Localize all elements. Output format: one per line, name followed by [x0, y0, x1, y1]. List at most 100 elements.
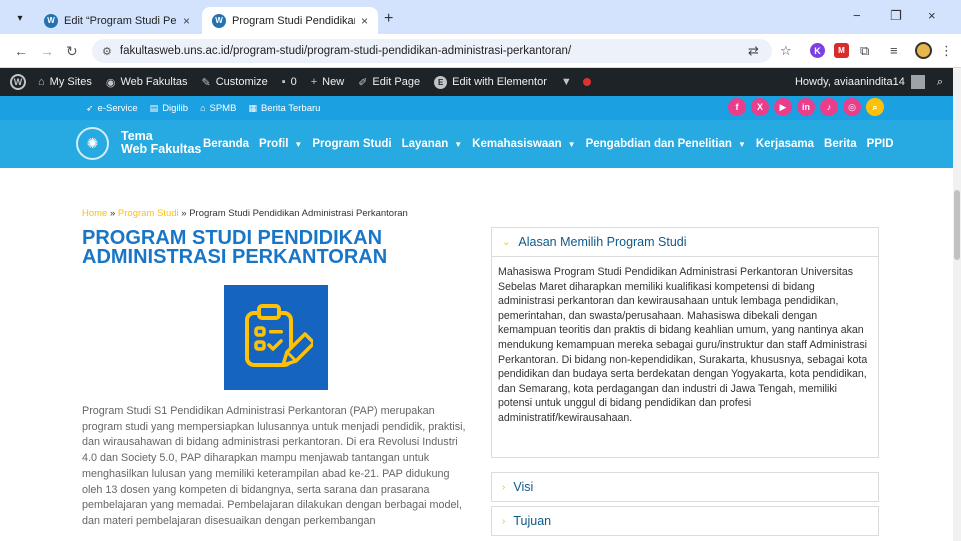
menu-kebab-icon[interactable]: ⋮ — [940, 43, 953, 59]
breadcrumb-current: Program Studi Pendidikan Administrasi Pe… — [189, 208, 408, 219]
reading-list-icon[interactable]: ≡ — [890, 43, 898, 58]
nav-item-kemahasiswaan[interactable]: Kemahasiswaan ▼ — [472, 138, 575, 150]
close-window-icon[interactable]: × — [928, 8, 936, 23]
admin-seo[interactable]: ▼ — [561, 76, 591, 88]
main-menu: Beranda Profil ▼ Program Studi Layanan ▼ Kemah… — [203, 138, 904, 150]
minimize-icon[interactable]: − — [853, 8, 861, 23]
browser-toolbar: ← → ↻ ⚙ fakultasweb.uns.ac.id/program-st… — [0, 34, 961, 68]
linkedin-icon[interactable]: in — [797, 98, 815, 116]
admin-item-label: Edit with Elementor — [452, 76, 547, 88]
url-text: fakultasweb.uns.ac.id/program-studi/prog… — [119, 45, 572, 57]
nav-item-berita[interactable]: Berita — [824, 138, 857, 150]
browser-tab-strip: ▾ W Edit “Program Studi Pendidikan × W P… — [0, 0, 961, 34]
brand-line-2: Web Fakultas — [121, 142, 202, 156]
facebook-icon[interactable]: f — [728, 98, 746, 116]
admin-item-label: New — [322, 76, 345, 88]
topbar-link-label: Digilib — [162, 102, 189, 114]
topbar-link-berita-terbaru[interactable]: ▦ Berita Terbaru — [248, 103, 320, 114]
admin-edit-elementor[interactable]: E Edit with Elementor — [434, 75, 547, 89]
bookmark-star-icon[interactable]: ☆ — [780, 43, 792, 59]
admin-customize[interactable]: ✎ Customize — [202, 76, 268, 89]
forward-icon[interactable]: → — [40, 43, 54, 59]
accordion-tujuan: › Tujuan — [491, 506, 879, 536]
nav-item-kerjasama[interactable]: Kerjasama — [756, 138, 814, 150]
pencil-icon: ✐ — [358, 76, 368, 89]
x-twitter-icon[interactable]: X — [751, 98, 769, 116]
comment-count: 0 — [290, 76, 297, 88]
tiktok-icon[interactable]: ♪ — [820, 98, 838, 116]
brush-icon: ✎ — [201, 76, 211, 89]
topbar-link-e-service[interactable]: ➶ e-Service — [86, 103, 138, 114]
accordion-alasan: ⌄ Alasan Memilih Program Studi Mahasiswa… — [491, 227, 879, 458]
nav-item-label: Beranda — [203, 138, 250, 150]
close-tab-icon[interactable]: × — [183, 14, 190, 28]
chevron-right-icon: › — [502, 481, 506, 493]
translate-icon[interactable]: ⇄ — [748, 43, 759, 59]
address-bar[interactable]: ⚙ fakultasweb.uns.ac.id/program-studi/pr… — [92, 39, 772, 63]
restore-icon[interactable]: ❐ — [890, 8, 902, 24]
search-icon[interactable]: ⌕ — [937, 76, 943, 89]
nav-item-label: Kerjasama — [755, 138, 815, 150]
nav-item-profil[interactable]: Profil ▼ — [259, 138, 302, 150]
instagram-icon[interactable]: ◎ — [843, 98, 861, 116]
admin-edit-page[interactable]: ✐ Edit Page — [358, 76, 420, 89]
nav-item-layanan[interactable]: Layanan ▼ — [402, 138, 463, 150]
nav-item-pengabdian-dan-penelitian[interactable]: Pengabdian dan Penelitian ▼ — [586, 138, 746, 150]
faculty-logo-icon[interactable]: ✺ — [76, 127, 109, 160]
admin-item-label: Customize — [215, 76, 268, 88]
profile-avatar[interactable] — [915, 42, 932, 59]
chevron-down-icon: ▼ — [737, 139, 746, 149]
accordion-body-alasan: Mahasiswa Program Studi Pendidikan Admin… — [498, 266, 868, 424]
site-brand[interactable]: Tema Web Fakultas — [121, 130, 201, 156]
home-icon: ⌂ — [38, 76, 45, 88]
extension-k-icon[interactable]: K — [810, 43, 825, 58]
accordion-header-alasan[interactable]: ⌄ Alasan Memilih Program Studi — [492, 228, 878, 257]
accordion-title: Visi — [513, 480, 534, 494]
site-info-icon[interactable]: ⚙ — [102, 45, 112, 58]
extensions-puzzle-icon[interactable]: ⧉ — [860, 43, 869, 59]
accordion-header-tujuan[interactable]: › Tujuan — [492, 507, 878, 535]
nav-item-beranda[interactable]: Beranda — [203, 138, 249, 150]
new-tab-button[interactable]: + — [384, 10, 393, 28]
nav-item-label: Layanan — [401, 138, 449, 150]
back-icon[interactable]: ← — [14, 43, 28, 59]
admin-new[interactable]: + New — [311, 76, 344, 88]
admin-my-sites[interactable]: ⌂ My Sites — [38, 76, 92, 88]
topbar-link-label: SPMB — [209, 102, 237, 114]
admin-comments[interactable]: ▪ 0 — [282, 76, 297, 88]
admin-site-name[interactable]: ◉ Web Fakultas — [106, 76, 188, 89]
page-title: Program Studi Pendidikan Administrasi Pe… — [82, 227, 388, 268]
tab-search-button[interactable]: ▾ — [10, 8, 30, 28]
office-checklist-illustration — [224, 285, 328, 390]
admin-account[interactable]: Howdy, aviaanindita14 ⌕ — [795, 75, 943, 89]
topbar-link-label: Berita Terbaru — [260, 102, 321, 114]
breadcrumb-home[interactable]: Home — [82, 208, 107, 219]
breadcrumb-parent[interactable]: Program Studi — [118, 208, 179, 219]
accordion-header-visi[interactable]: › Visi — [492, 473, 878, 501]
youtube-icon[interactable]: ▶ — [774, 98, 792, 116]
nav-item-ppid[interactable]: PPID — [867, 138, 894, 150]
admin-item-label: My Sites — [49, 76, 92, 88]
chevron-down-icon: ▼ — [567, 139, 576, 149]
page-scrollbar[interactable] — [953, 68, 961, 541]
scrollbar-thumb[interactable] — [954, 190, 960, 260]
topbar-link-digilib[interactable]: ▤ Digilib — [150, 103, 188, 114]
extension-m-icon[interactable]: M — [834, 43, 849, 58]
browser-tab-edit[interactable]: W Edit “Program Studi Pendidikan × — [34, 7, 200, 34]
topbar-link-label: e-Service — [97, 102, 138, 114]
tab-title: Edit “Program Studi Pendidikan — [64, 14, 177, 27]
tab-title: Program Studi Pendidikan Adm — [232, 14, 355, 27]
chevron-right-icon: › — [502, 515, 506, 527]
wp-admin-bar: W ⌂ My Sites ◉ Web Fakultas ✎ Customize … — [0, 68, 953, 96]
book-icon: ▤ — [149, 102, 159, 113]
chevron-down-icon: ▼ — [294, 139, 303, 149]
seo-status-dot — [582, 78, 591, 86]
topbar-link-spmb[interactable]: ⌂ SPMB — [200, 103, 236, 114]
site-search-icon[interactable]: ⌕ — [866, 98, 884, 116]
browser-tab-program-studi[interactable]: W Program Studi Pendidikan Adm × — [202, 7, 378, 34]
nav-item-program-studi[interactable]: Program Studi — [312, 138, 391, 150]
wordpress-logo-icon[interactable]: W — [10, 74, 26, 90]
breadcrumb-separator: » — [178, 208, 190, 219]
reload-icon[interactable]: ↻ — [66, 43, 78, 60]
close-tab-icon[interactable]: × — [361, 14, 368, 28]
